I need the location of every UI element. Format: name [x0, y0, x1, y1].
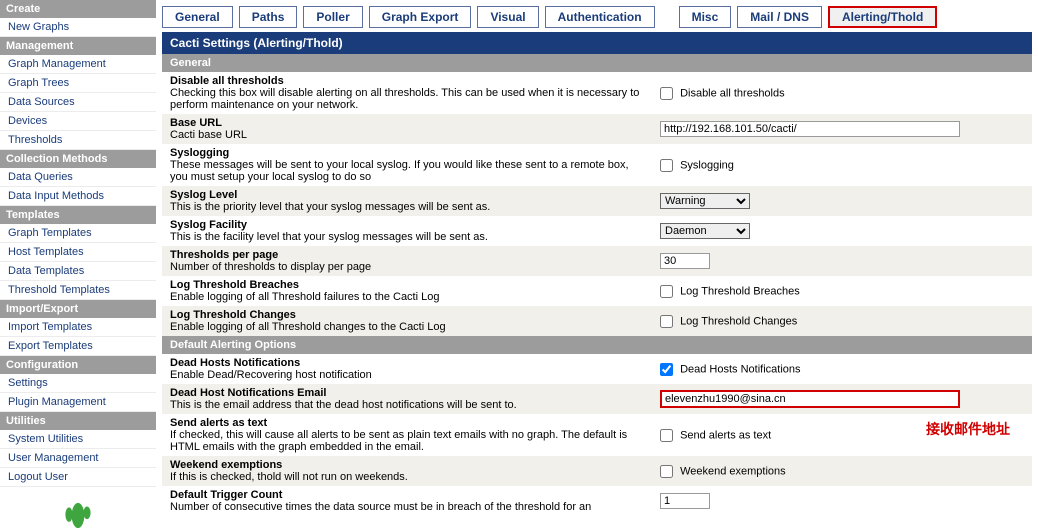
input-trigger-count[interactable]	[660, 493, 710, 509]
sidebar-group-header: Collection Methods	[0, 150, 156, 168]
select-syslog-level[interactable]: Warning	[660, 193, 750, 209]
sidebar-item[interactable]: Host Templates	[0, 243, 156, 262]
cb-label-log-changes: Log Threshold Changes	[680, 315, 797, 327]
checkbox-log-breaches[interactable]	[660, 285, 673, 298]
help-trigger-count: Number of consecutive times the data sou…	[170, 501, 591, 513]
sidebar-item[interactable]: Threshold Templates	[0, 281, 156, 300]
cacti-logo	[0, 487, 156, 532]
sidebar-item[interactable]: Logout User	[0, 468, 156, 487]
help-disable-all: Checking this box will disable alerting …	[170, 87, 639, 111]
sidebar-item[interactable]: Graph Management	[0, 55, 156, 74]
sidebar-group-header: Configuration	[0, 356, 156, 374]
tab-visual[interactable]: Visual	[477, 6, 538, 28]
help-syslog-level: This is the priority level that your sys…	[170, 201, 490, 213]
sidebar-item[interactable]: Data Input Methods	[0, 187, 156, 206]
tab-misc[interactable]: Misc	[679, 6, 732, 28]
sidebar-item[interactable]: Import Templates	[0, 318, 156, 337]
sidebar-item[interactable]: Graph Trees	[0, 74, 156, 93]
label-dead-email: Dead Host Notifications Email	[170, 387, 644, 399]
checkbox-syslogging[interactable]	[660, 159, 673, 172]
page-title: Cacti Settings (Alerting/Thold)	[162, 32, 1032, 54]
cactus-icon	[60, 493, 96, 529]
label-syslogging: Syslogging	[170, 147, 644, 159]
input-base-url[interactable]	[660, 121, 960, 137]
help-dead-hosts: Enable Dead/Recovering host notification	[170, 369, 372, 381]
cb-label-syslogging: Syslogging	[680, 159, 734, 171]
sidebar-item[interactable]: Data Sources	[0, 93, 156, 112]
section-general: General	[162, 54, 1032, 72]
annotation-email: 接收邮件地址	[926, 419, 1010, 439]
sidebar-item[interactable]: User Management	[0, 449, 156, 468]
help-dead-email: This is the email address that the dead …	[170, 399, 517, 411]
help-syslogging: These messages will be sent to your loca…	[170, 159, 629, 183]
label-log-changes: Log Threshold Changes	[170, 309, 644, 321]
help-base-url: Cacti base URL	[170, 129, 247, 141]
help-per-page: Number of thresholds to display per page	[170, 261, 371, 273]
cb-label-alerts-text: Send alerts as text	[680, 429, 771, 441]
checkbox-dead-hosts[interactable]	[660, 363, 673, 376]
checkbox-disable-all[interactable]	[660, 87, 673, 100]
sidebar-group-header: Import/Export	[0, 300, 156, 318]
sidebar-item[interactable]: New Graphs	[0, 18, 156, 37]
cb-label-weekend: Weekend exemptions	[680, 465, 786, 477]
sidebar-item[interactable]: Data Templates	[0, 262, 156, 281]
cb-label-disable-all: Disable all thresholds	[680, 87, 785, 99]
cb-label-log-breaches: Log Threshold Breaches	[680, 285, 800, 297]
help-log-breaches: Enable logging of all Threshold failures…	[170, 291, 439, 303]
checkbox-log-changes[interactable]	[660, 315, 673, 328]
sidebar-item[interactable]: System Utilities	[0, 430, 156, 449]
input-per-page[interactable]	[660, 253, 710, 269]
label-syslog-level: Syslog Level	[170, 189, 644, 201]
tab-graph-export[interactable]: Graph Export	[369, 6, 472, 28]
sidebar-group-header: Create	[0, 0, 156, 18]
help-syslog-facility: This is the facility level that your sys…	[170, 231, 488, 243]
sidebar-item[interactable]: Plugin Management	[0, 393, 156, 412]
tab-general[interactable]: General	[162, 6, 233, 28]
label-log-breaches: Log Threshold Breaches	[170, 279, 644, 291]
section-default-alerting: Default Alerting Options	[162, 336, 1032, 354]
sidebar-item[interactable]: Devices	[0, 112, 156, 131]
help-alerts-text: If checked, this will cause all alerts t…	[170, 429, 627, 453]
label-weekend: Weekend exemptions	[170, 459, 644, 471]
checkbox-alerts-text[interactable]	[660, 429, 673, 442]
tab-poller[interactable]: Poller	[303, 6, 362, 28]
select-syslog-facility[interactable]: Daemon	[660, 223, 750, 239]
input-dead-email[interactable]	[660, 390, 960, 408]
settings-form: General Disable all thresholds Checking …	[162, 54, 1032, 515]
sidebar: CreateNew GraphsManagementGraph Manageme…	[0, 0, 156, 515]
label-dead-hosts: Dead Hosts Notifications	[170, 357, 644, 369]
checkbox-weekend[interactable]	[660, 465, 673, 478]
label-base-url: Base URL	[170, 117, 644, 129]
tab-mail-dns[interactable]: Mail / DNS	[737, 6, 822, 28]
tab-authentication[interactable]: Authentication	[545, 6, 655, 28]
settings-tabs: General PathsPoller Graph ExportVisual Auth…	[162, 6, 1032, 28]
label-per-page: Thresholds per page	[170, 249, 644, 261]
sidebar-group-header: Utilities	[0, 412, 156, 430]
sidebar-item[interactable]: Data Queries	[0, 168, 156, 187]
sidebar-item[interactable]: Graph Templates	[0, 224, 156, 243]
help-weekend: If this is checked, thold will not run o…	[170, 471, 408, 483]
tab-alerting-thold[interactable]: Alerting/Thold	[828, 6, 937, 28]
sidebar-group-header: Templates	[0, 206, 156, 224]
sidebar-group-header: Management	[0, 37, 156, 55]
sidebar-item[interactable]: Export Templates	[0, 337, 156, 356]
label-disable-all: Disable all thresholds	[170, 75, 644, 87]
sidebar-item[interactable]: Settings	[0, 374, 156, 393]
tab-paths[interactable]: Paths	[239, 6, 298, 28]
label-alerts-text: Send alerts as text	[170, 417, 644, 429]
label-trigger-count: Default Trigger Count	[170, 489, 644, 501]
sidebar-item[interactable]: Thresholds	[0, 131, 156, 150]
main-panel: General PathsPoller Graph ExportVisual Auth…	[156, 0, 1038, 515]
cb-label-dead-hosts: Dead Hosts Notifications	[680, 363, 800, 375]
label-syslog-facility: Syslog Facility	[170, 219, 644, 231]
help-log-changes: Enable logging of all Threshold changes …	[170, 321, 446, 333]
